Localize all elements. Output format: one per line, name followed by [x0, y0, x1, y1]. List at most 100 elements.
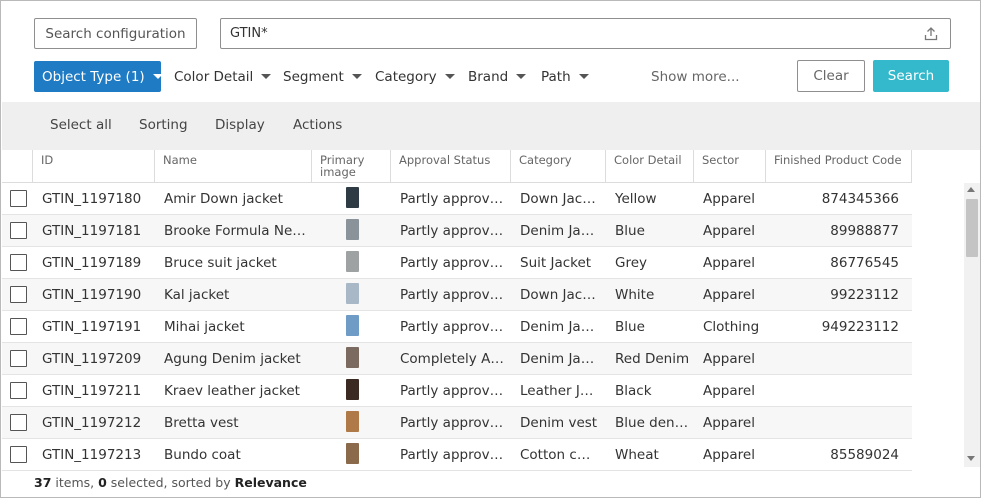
column-header-select: [2, 150, 33, 183]
cell-approval-status: Partly approved: [400, 446, 506, 463]
cell-name: Kal jacket: [164, 286, 230, 303]
row-checkbox[interactable]: [10, 446, 27, 463]
filter-object-type[interactable]: Object Type (1): [34, 61, 163, 92]
chevron-down-icon: [578, 74, 589, 79]
filter-segment[interactable]: Segment: [283, 61, 362, 92]
filter-path[interactable]: Path: [541, 61, 589, 92]
cell-id: GTIN_1197190: [42, 286, 142, 303]
row-checkbox[interactable]: [10, 254, 27, 271]
cell-category: Denim Jacket: [520, 318, 598, 335]
scroll-up-arrow-icon[interactable]: [967, 187, 975, 192]
search-input[interactable]: [220, 18, 951, 49]
table-row[interactable]: GTIN_1197181 Brooke Formula New jacket Par…: [2, 215, 912, 247]
product-thumbnail-image[interactable]: [346, 283, 359, 304]
row-checkbox[interactable]: [10, 382, 27, 399]
row-checkbox[interactable]: [10, 222, 27, 239]
product-thumbnail-image[interactable]: [346, 347, 359, 368]
column-header-primary-image[interactable]: Primary image: [312, 150, 391, 183]
cell-finished-product-code: 85589024: [830, 446, 899, 463]
product-thumbnail-image[interactable]: [346, 251, 359, 272]
table-row[interactable]: GTIN_1197209 Agung Denim jacket Completely…: [2, 343, 912, 375]
clear-button[interactable]: Clear: [797, 60, 865, 92]
row-checkbox[interactable]: [10, 414, 27, 431]
cell-color-detail: Red Denim: [615, 350, 690, 367]
table-row[interactable]: GTIN_1197190 Kal jacket Partly approved Dow…: [2, 279, 912, 311]
table-row[interactable]: GTIN_1197212 Bretta vest Partly approved De…: [2, 407, 912, 439]
cell-id: GTIN_1197209: [42, 350, 142, 367]
cell-name: Amir Down jacket: [164, 190, 283, 207]
product-thumbnail-image[interactable]: [346, 219, 359, 240]
cell-category: Down Jacket: [520, 190, 598, 207]
product-thumbnail-image[interactable]: [346, 379, 359, 400]
column-header-finished-product-code[interactable]: Finished Product Code: [766, 150, 912, 183]
scroll-down-arrow-icon[interactable]: [967, 456, 975, 461]
cell-name: Agung Denim jacket: [164, 350, 301, 367]
cell-finished-product-code: 874345366: [821, 190, 899, 207]
table-row[interactable]: GTIN_1197191 Mihai jacket Partly approved D…: [2, 311, 912, 343]
select-all-button[interactable]: Select all: [50, 117, 112, 133]
cell-id: GTIN_1197212: [42, 414, 142, 431]
cell-sector: Apparel: [703, 222, 755, 239]
product-thumbnail-image[interactable]: [346, 315, 359, 336]
cell-finished-product-code: [775, 407, 899, 438]
cell-finished-product-code: 89988877: [830, 222, 899, 239]
item-count: 37: [34, 475, 52, 490]
row-checkbox[interactable]: [10, 318, 27, 335]
scrollbar-thumb[interactable]: [966, 199, 978, 257]
filter-category[interactable]: Category: [375, 61, 455, 92]
table-row[interactable]: GTIN_1197189 Bruce suit jacket Partly appr…: [2, 247, 912, 279]
row-checkbox[interactable]: [10, 350, 27, 367]
cell-id: GTIN_1197191: [42, 318, 142, 335]
product-thumbnail-image[interactable]: [346, 443, 359, 464]
cell-category: Cotton coat: [520, 446, 598, 463]
cell-category: Leather Jacket: [520, 382, 598, 399]
column-header-color-detail[interactable]: Color Detail: [606, 150, 694, 183]
cell-id: GTIN_1197211: [42, 382, 142, 399]
cell-approval-status: Partly approved: [400, 190, 506, 207]
cell-sector: Apparel: [703, 414, 755, 431]
table-row[interactable]: GTIN_1197180 Amir Down jacket Partly appro…: [2, 183, 912, 215]
column-header-category[interactable]: Category: [511, 150, 606, 183]
product-thumbnail-image[interactable]: [346, 187, 359, 208]
column-header-approval-status[interactable]: Approval Status: [391, 150, 511, 183]
cell-sector: Clothing: [703, 318, 760, 335]
chevron-down-icon: [351, 74, 362, 79]
cell-finished-product-code: [775, 375, 899, 406]
column-header-sector[interactable]: Sector: [694, 150, 766, 183]
filter-color-detail[interactable]: Color Detail: [174, 61, 272, 92]
cell-color-detail: Blue: [615, 318, 645, 335]
cell-approval-status: Partly approved: [400, 286, 506, 303]
cell-sector: Apparel: [703, 350, 755, 367]
filter-brand[interactable]: Brand: [468, 61, 527, 92]
cell-approval-status: Partly approved: [400, 414, 506, 431]
cell-finished-product-code: [775, 343, 899, 374]
display-button[interactable]: Display: [215, 117, 265, 133]
cell-color-detail: Blue denim: [615, 414, 690, 431]
cell-name: Bretta vest: [164, 414, 239, 431]
table-row[interactable]: GTIN_1197211 Kraev leather jacket Partly a…: [2, 375, 912, 407]
cell-color-detail: White: [615, 286, 655, 303]
actions-button[interactable]: Actions: [293, 117, 342, 133]
chevron-down-icon: [444, 74, 455, 79]
cell-sector: Apparel: [703, 382, 755, 399]
cell-color-detail: Wheat: [615, 446, 659, 463]
table-row[interactable]: GTIN_1197213 Bundo coat Partly approved Cot…: [2, 439, 912, 471]
column-header-name[interactable]: Name: [155, 150, 312, 183]
row-checkbox[interactable]: [10, 286, 27, 303]
search-configuration-button[interactable]: Search configuration: [34, 18, 197, 49]
search-button[interactable]: Search: [873, 60, 949, 92]
product-thumbnail-image[interactable]: [346, 411, 359, 432]
filter-label: Category: [375, 68, 437, 85]
upload-icon[interactable]: [923, 26, 939, 42]
row-checkbox[interactable]: [10, 190, 27, 207]
cell-id: GTIN_1197180: [42, 190, 142, 207]
cell-approval-status: Partly approved: [400, 222, 506, 239]
chevron-down-icon: [261, 74, 272, 79]
cell-finished-product-code: 949223112: [821, 318, 899, 335]
cell-color-detail: Grey: [615, 254, 648, 271]
column-header-id[interactable]: ID: [33, 150, 155, 183]
sorting-button[interactable]: Sorting: [139, 117, 188, 133]
show-more-link[interactable]: Show more...: [651, 61, 740, 92]
cell-approval-status: Partly approved: [400, 254, 506, 271]
cell-approval-status: Partly approved: [400, 382, 506, 399]
